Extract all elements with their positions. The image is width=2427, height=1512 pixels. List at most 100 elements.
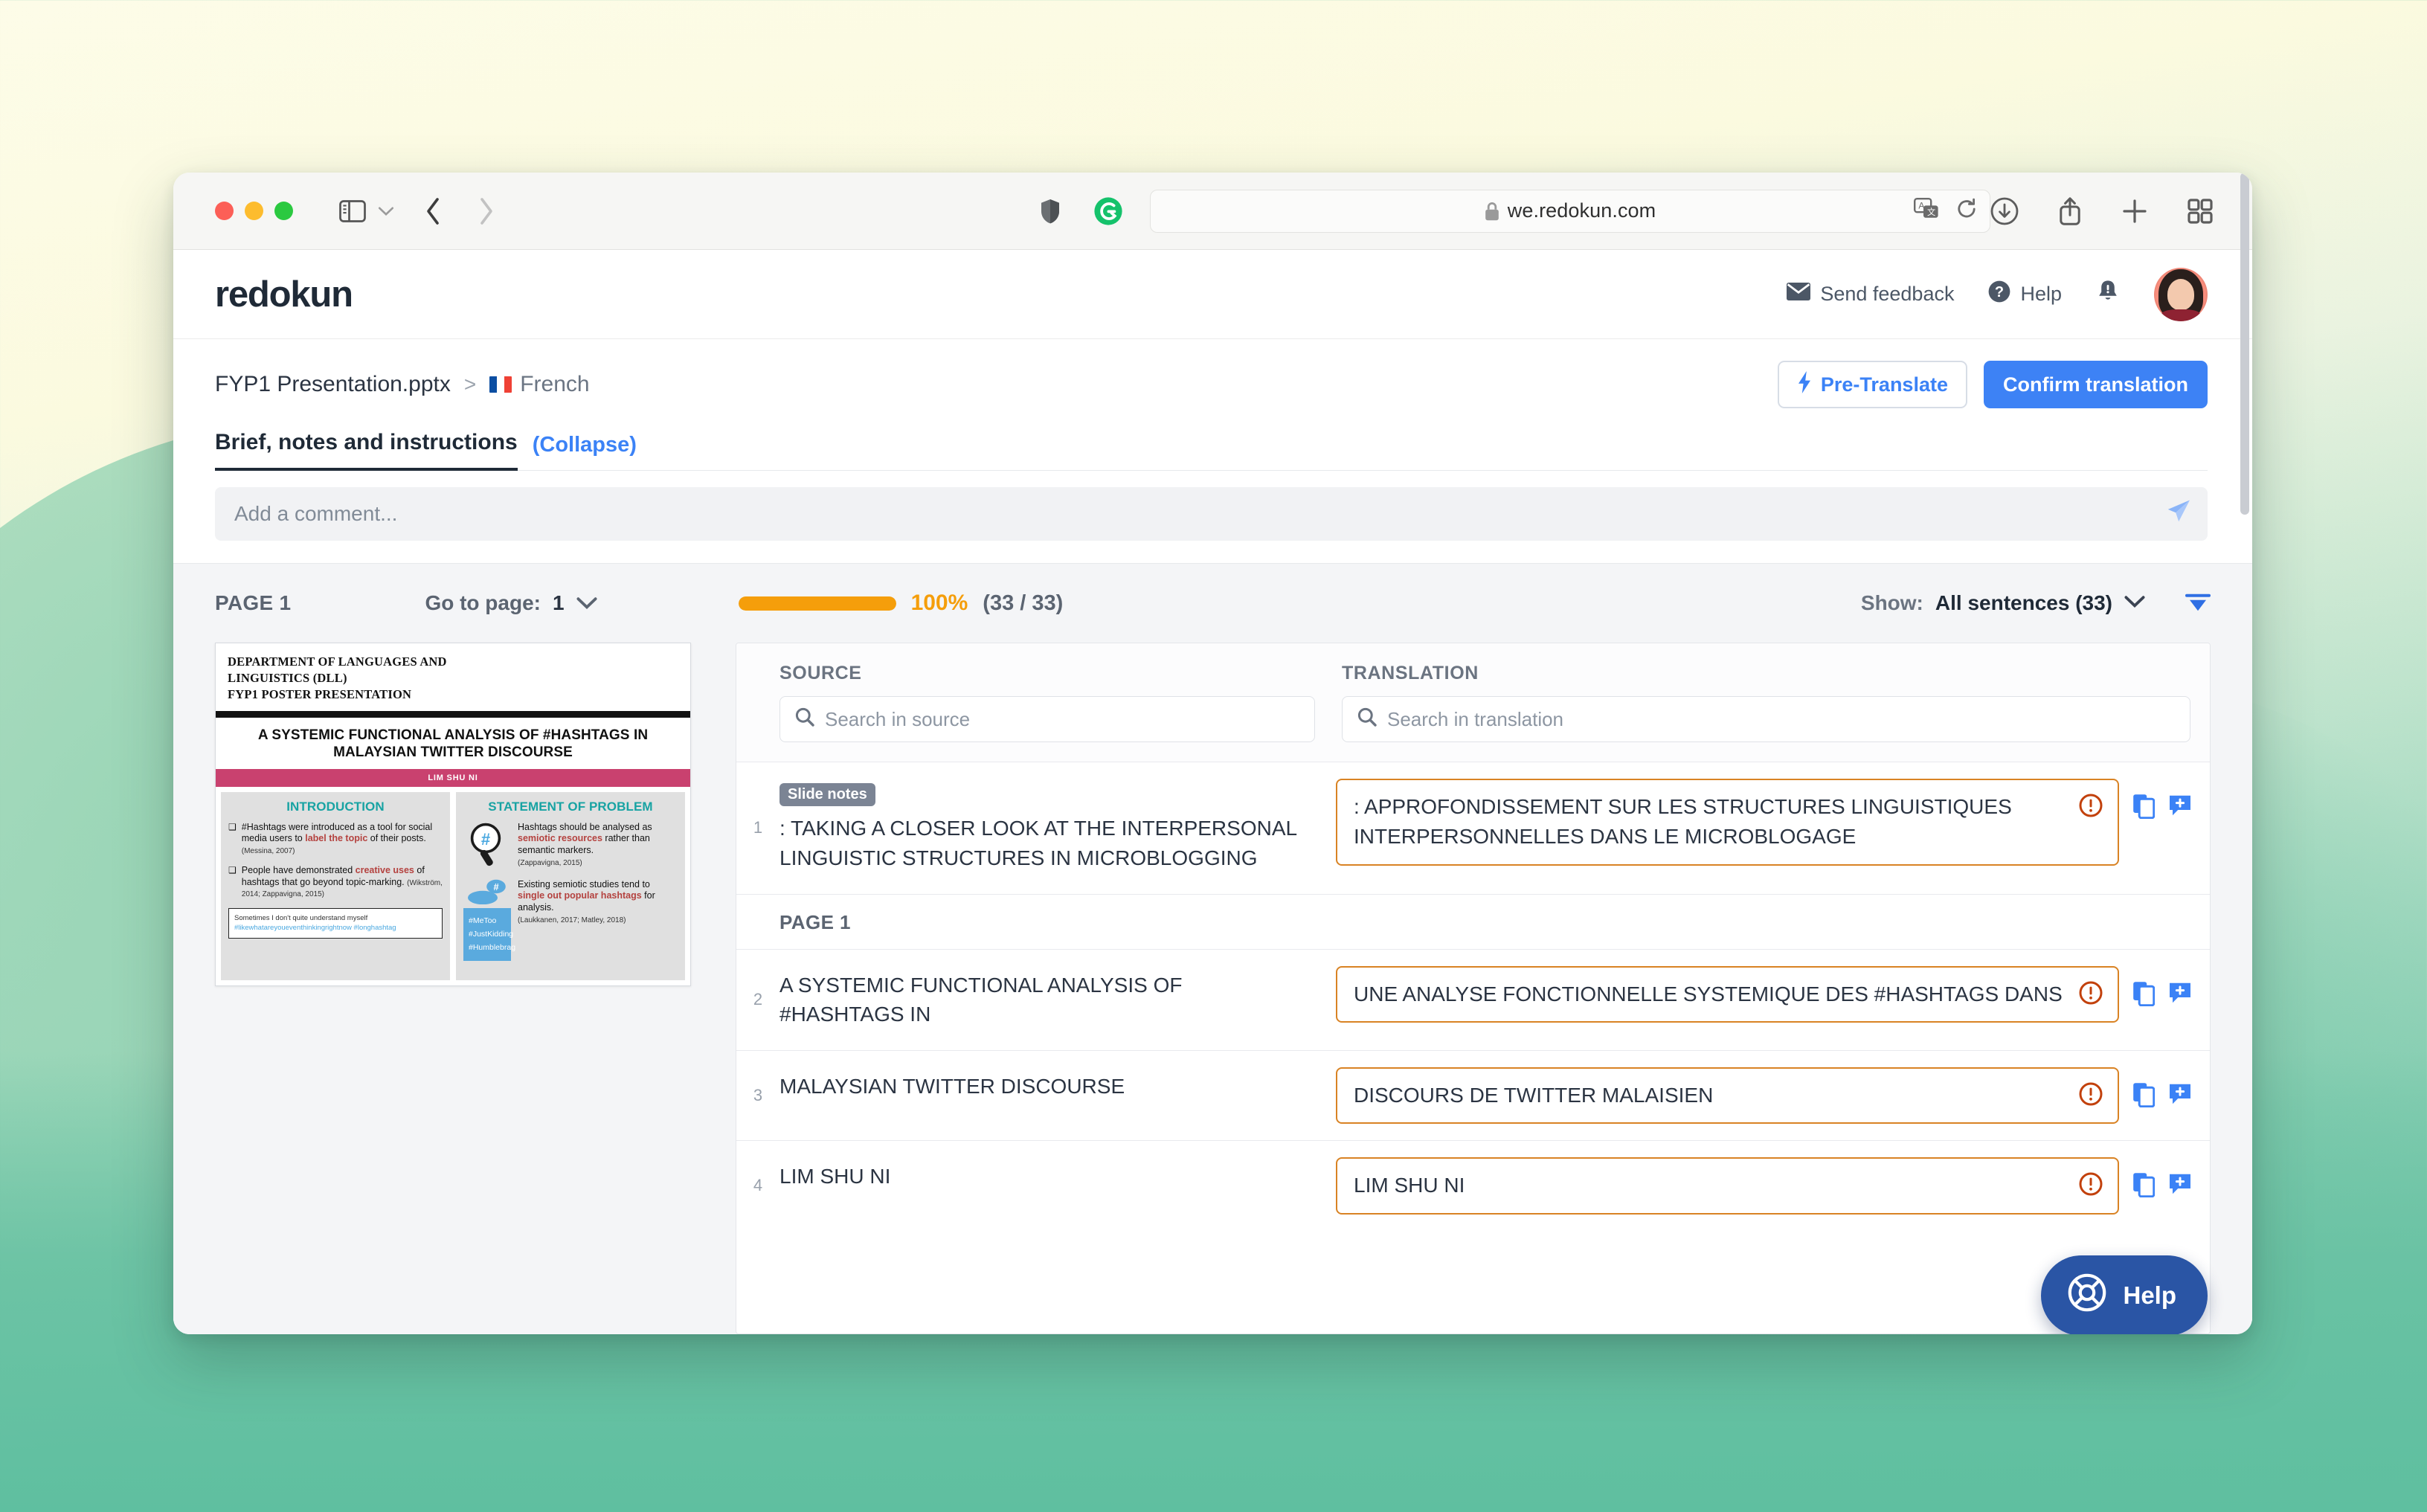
address-bar[interactable]: we.redokun.com A文	[1150, 189, 1990, 233]
new-tab-icon[interactable]	[2121, 198, 2148, 225]
brief-tabs: Brief, notes and instructions (Collapse)	[173, 430, 2252, 471]
slide-author: LIM SHU NI	[216, 768, 690, 787]
copy-source-icon[interactable]	[2132, 1082, 2156, 1111]
warning-circle-icon[interactable]	[2079, 1172, 2103, 1204]
comment-input[interactable]: Add a comment...	[215, 487, 2208, 541]
copy-source-icon[interactable]	[2132, 794, 2156, 823]
close-window-button[interactable]	[215, 202, 234, 220]
problem-b1-text-a: Hashtags should be analysed as	[518, 821, 652, 832]
tweet-hashtags: #likewhatareyoueventhinkingrightnow #lon…	[234, 924, 396, 933]
slide-dept-line-2: LINGUISTICS (DLL)	[228, 670, 347, 685]
segment-number: 4	[753, 1176, 763, 1195]
warning-circle-icon[interactable]	[2079, 1082, 2103, 1114]
page-translate-icon[interactable]: A文	[1914, 198, 1939, 224]
progress-count: (33 / 33)	[983, 591, 1064, 615]
slide-intro-heading: INTRODUCTION	[286, 799, 385, 814]
warning-circle-icon[interactable]	[2079, 794, 2103, 826]
copy-source-icon[interactable]	[2132, 1172, 2156, 1201]
window-controls[interactable]	[215, 202, 293, 220]
lightning-bolt-icon	[1797, 370, 1812, 399]
search-icon	[1357, 707, 1377, 732]
privacy-shield-icon[interactable]	[1040, 198, 1061, 225]
svg-text:#: #	[493, 881, 498, 892]
show-value: All sentences (33)	[1935, 591, 2112, 614]
warning-circle-icon[interactable]	[2079, 981, 2103, 1013]
french-flag-icon	[489, 376, 512, 393]
bell-icon[interactable]	[2096, 279, 2120, 309]
segment-number: 3	[753, 1086, 763, 1105]
collapse-brief-link[interactable]: (Collapse)	[533, 433, 637, 470]
lock-icon	[1485, 202, 1499, 221]
translation-input[interactable]: DISCOURS DE TWITTER MALAISIEN	[1336, 1067, 2119, 1125]
back-arrow-icon[interactable]	[424, 196, 442, 226]
slide-dept-line-3: FYP1 POSTER PRESENTATION	[228, 686, 412, 701]
intro-b2-highlight: creative uses	[355, 864, 414, 875]
confirm-translation-button[interactable]: Confirm translation	[1983, 361, 2208, 408]
slide-intro-bullet-1: ❑ #Hashtags were introduced as a tool fo…	[228, 822, 443, 857]
collapse-all-icon[interactable]	[2185, 593, 2211, 613]
avatar[interactable]	[2154, 267, 2208, 321]
browser-window: we.redokun.com A文 redokun Send feedback …	[173, 173, 2252, 1334]
add-comment-icon[interactable]	[2168, 981, 2192, 1008]
slide-tag-1: #MeToo	[469, 916, 497, 925]
search-translation-input[interactable]: Search in translation	[1342, 696, 2190, 742]
help-link[interactable]: ? Help	[1988, 280, 2062, 308]
chevron-down-icon[interactable]	[576, 591, 597, 615]
breadcrumb-file[interactable]: FYP1 Presentation.pptx	[215, 372, 451, 397]
share-icon[interactable]	[2057, 196, 2083, 226]
grammarly-icon[interactable]	[1093, 196, 1123, 226]
app-logo[interactable]: redokun	[215, 274, 353, 315]
copy-source-icon[interactable]	[2132, 981, 2156, 1010]
breadcrumb-language[interactable]: French	[489, 372, 590, 397]
hashtag-magnifier-icon: #	[463, 822, 511, 868]
add-comment-icon[interactable]	[2168, 1082, 2192, 1110]
pre-translate-button[interactable]: Pre-Translate	[1777, 361, 1967, 408]
slide-preview-panel: DEPARTMENT OF LANGUAGES AND LINGUISTICS …	[215, 643, 736, 1334]
downloads-icon[interactable]	[1990, 197, 2019, 225]
tab-brief-notes-instructions[interactable]: Brief, notes and instructions	[215, 430, 518, 471]
tab-overview-icon[interactable]	[2187, 198, 2214, 225]
page-scrollbar[interactable]	[2240, 173, 2249, 515]
minimize-window-button[interactable]	[245, 202, 263, 220]
segment-source: Slide notes : TAKING A CLOSER LOOK AT TH…	[779, 762, 1331, 894]
table-row[interactable]: 2 A SYSTEMIC FUNCTIONAL ANALYSIS OF #HAS…	[736, 948, 2210, 1051]
table-row[interactable]: 1 Slide notes : TAKING A CLOSER LOOK AT …	[736, 762, 2210, 894]
reload-icon[interactable]	[1955, 198, 1978, 224]
translation-input[interactable]: UNE ANALYSE FONCTIONNELLE SYSTEMIQUE DES…	[1336, 965, 2119, 1023]
send-paper-plane-icon[interactable]	[2166, 499, 2191, 530]
segment-source: MALAYSIAN TWITTER DISCOURSE	[779, 1051, 1331, 1140]
translation-column-header: TRANSLATION	[1342, 663, 1479, 683]
segment-source-text: LIM SHU NI	[779, 1165, 891, 1188]
add-comment-icon[interactable]	[2168, 1172, 2192, 1200]
chevron-down-icon[interactable]	[2124, 595, 2145, 612]
lifebuoy-icon	[2066, 1272, 2108, 1319]
comment-placeholder: Add a comment...	[234, 502, 398, 525]
app-header: redokun Send feedback ? Help	[173, 250, 2252, 339]
show-filter[interactable]: Show: All sentences (33)	[1861, 591, 2211, 615]
slide-column-statement-of-problem: STATEMENT OF PROBLEM # Hashtags should b…	[456, 791, 685, 980]
go-to-page-value: 1	[552, 591, 565, 614]
sidebar-toggle-icon[interactable]	[339, 199, 366, 222]
go-to-page-label: Go to page:	[425, 591, 541, 614]
help-widget-button[interactable]: Help	[2041, 1255, 2208, 1334]
intro-b2-text-a: People have demonstrated	[241, 864, 356, 875]
confirm-translation-label: Confirm translation	[2002, 373, 2188, 396]
go-to-page-control[interactable]: Go to page: 1	[425, 591, 597, 615]
send-feedback-link[interactable]: Send feedback	[1787, 283, 1954, 306]
maximize-window-button[interactable]	[274, 202, 293, 220]
forward-arrow-icon[interactable]	[478, 196, 495, 226]
intro-b1-citation: (Messina, 2007)	[241, 847, 295, 856]
slide-thumbnail[interactable]: DEPARTMENT OF LANGUAGES AND LINGUISTICS …	[215, 643, 691, 986]
sidebar-chevron-down-icon[interactable]	[378, 206, 394, 216]
segments-table-header: SOURCE Search in source TRANSLATION Sear…	[736, 643, 2210, 762]
checkbox-bullet-icon: ❑	[228, 821, 237, 832]
problem-b2-highlight: single out popular hashtags	[518, 890, 642, 901]
translation-input[interactable]: : APPROFONDISSEMENT SUR LES STRUCTURES L…	[1336, 779, 2119, 866]
translation-input[interactable]: LIM SHU NI	[1336, 1157, 2119, 1215]
search-source-input[interactable]: Search in source	[779, 696, 1315, 742]
editor-area: PAGE 1 Go to page: 1 100% (33 / 33) Show…	[173, 563, 2252, 1334]
table-row[interactable]: 3 MALAYSIAN TWITTER DISCOURSE DISCOURS D…	[736, 1050, 2210, 1140]
add-comment-icon[interactable]	[2168, 794, 2192, 821]
problem-b1-highlight: semiotic resources	[518, 833, 602, 844]
table-row[interactable]: 4 LIM SHU NI LIM SHU NI	[736, 1140, 2210, 1230]
